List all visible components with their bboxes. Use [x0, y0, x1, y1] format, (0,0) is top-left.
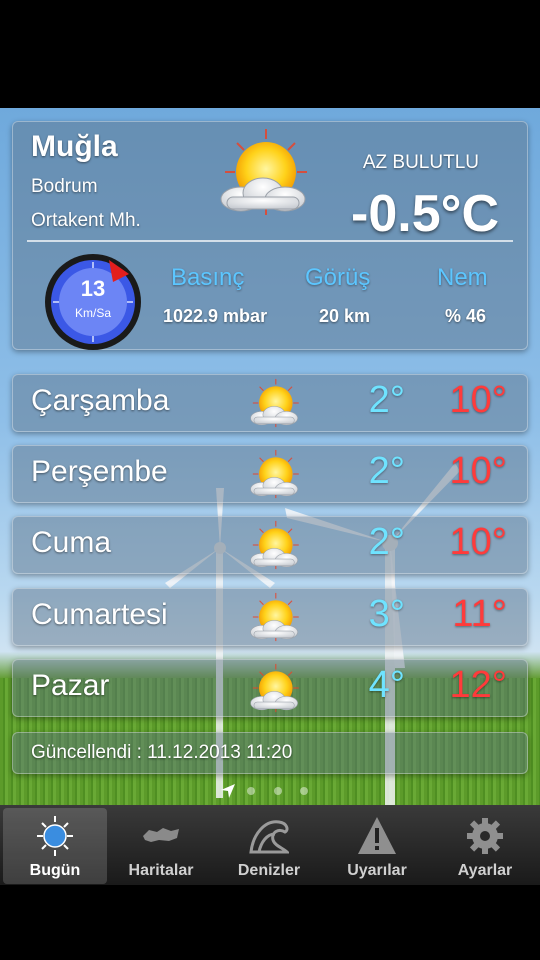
partly-cloudy-icon: [245, 448, 301, 500]
tab-today[interactable]: Bugün: [3, 808, 107, 884]
bottom-black-area: [0, 885, 540, 960]
partly-cloudy-icon: [245, 591, 301, 643]
partly-cloudy-icon: [245, 519, 301, 571]
condition-text: AZ BULUTLU: [362, 152, 479, 173]
sun-icon: [37, 816, 73, 856]
tab-label: Bugün: [29, 862, 81, 879]
wind-compass-icon: [45, 254, 141, 350]
partly-cloudy-icon: [211, 126, 311, 218]
weather-scene: Muğla Bodrum Ortakent Mh. AZ BULUTLU -0.…: [0, 108, 540, 805]
day-name: Perşembe: [31, 455, 168, 488]
partly-cloudy-icon: [245, 377, 301, 429]
tab-settings[interactable]: Ayarlar: [433, 808, 537, 884]
page-dot[interactable]: [300, 786, 309, 795]
forecast-row[interactable]: Cumartesi 3° 11°: [12, 588, 528, 646]
forecast-row[interactable]: Perşembe 2° 10°: [12, 445, 528, 503]
last-updated-bar: Güncellendi : 11.12.2013 11:20: [12, 732, 528, 774]
high-temperature: 10°: [449, 450, 507, 492]
divider: [27, 240, 513, 242]
neighborhood-name: Ortakent Mh.: [31, 210, 141, 231]
status-bar: [0, 0, 540, 108]
day-name: Cuma: [31, 526, 112, 559]
low-temperature: 2°: [368, 379, 405, 421]
wind-gauge: 13 Km/Sa: [43, 252, 143, 352]
visibility-value: 20 km: [319, 306, 371, 326]
wind-unit: Km/Sa: [74, 306, 111, 320]
last-updated-text: Güncellendi : 11.12.2013 11:20: [31, 742, 293, 763]
gear-icon: [467, 818, 503, 854]
wind-speed: 13: [80, 276, 106, 301]
humidity-label: Nem: [437, 264, 488, 291]
tab-label: Haritalar: [128, 862, 194, 879]
tab-label: Ayarlar: [457, 862, 513, 879]
tab-seas[interactable]: Denizler: [217, 808, 321, 884]
high-temperature: 12°: [449, 664, 507, 706]
current-weather-card: Muğla Bodrum Ortakent Mh. AZ BULUTLU -0.…: [12, 121, 528, 350]
day-name: Cumartesi: [31, 598, 168, 631]
warning-icon: [358, 817, 396, 854]
pressure-value: 1022.9 mbar: [163, 306, 268, 326]
high-temperature: 10°: [449, 379, 507, 421]
tab-maps[interactable]: Haritalar: [109, 808, 213, 884]
location-arrow-icon: [221, 783, 235, 798]
high-temperature: 11°: [452, 593, 507, 635]
district-name: Bodrum: [31, 176, 98, 197]
tab-bar: Bugün Haritalar Denizler Uyarılar Ayarla…: [0, 805, 540, 885]
current-temperature: -0.5°C: [351, 185, 499, 243]
day-name: Pazar: [31, 669, 110, 702]
map-icon: [143, 828, 179, 842]
partly-cloudy-icon: [245, 662, 301, 714]
humidity-value: % 46: [445, 306, 487, 326]
city-name: Muğla: [31, 130, 118, 163]
pressure-label: Basınç: [171, 264, 245, 291]
low-temperature: 3°: [368, 593, 405, 635]
wave-icon: [249, 820, 289, 854]
forecast-row[interactable]: Cuma 2° 10°: [12, 516, 528, 574]
visibility-label: Görüş: [305, 264, 371, 291]
forecast-row[interactable]: Çarşamba 2° 10°: [12, 374, 528, 432]
low-temperature: 4°: [368, 664, 405, 706]
day-name: Çarşamba: [31, 384, 170, 417]
tab-label: Uyarılar: [347, 862, 407, 879]
high-temperature: 10°: [449, 521, 507, 563]
low-temperature: 2°: [368, 450, 405, 492]
tab-warnings[interactable]: Uyarılar: [325, 808, 429, 884]
tab-label: Denizler: [237, 862, 301, 879]
page-dot[interactable]: [247, 786, 256, 795]
page-indicator[interactable]: [220, 782, 315, 798]
page-dot[interactable]: [273, 786, 282, 795]
low-temperature: 2°: [368, 521, 405, 563]
forecast-row[interactable]: Pazar 4° 12°: [12, 659, 528, 717]
